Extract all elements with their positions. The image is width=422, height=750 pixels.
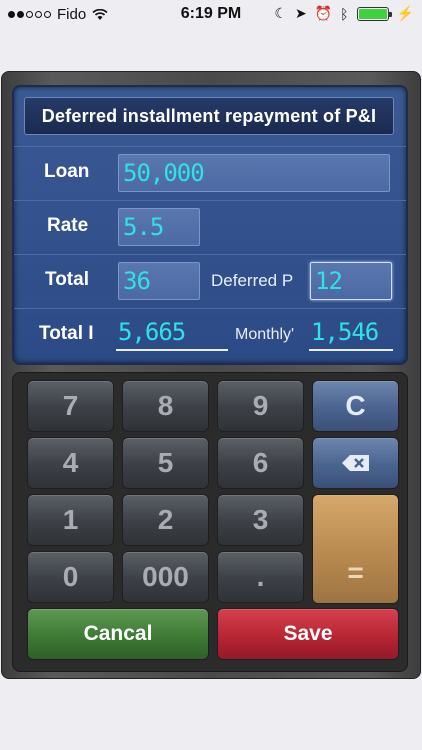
key-8[interactable]: 8 [122,380,209,432]
alarm-clock-icon: ⏰ [314,5,333,21]
total-interest-value: 5,665 [116,315,228,351]
status-bar: Fido 6:19 PM ☾ ➤ ⏰ ᛒ ⚡ [0,0,422,30]
rate-field[interactable]: 5.5 [118,208,200,246]
monthly-label: Monthly' [235,326,295,343]
key-000[interactable]: 000 [122,551,209,603]
key-5[interactable]: 5 [122,437,209,489]
loan-label: Loan [44,161,90,182]
deferred-field[interactable]: 12 [310,262,392,300]
clear-button[interactable]: C [312,380,399,432]
total-field[interactable]: 36 [118,262,200,300]
battery-icon [356,6,392,21]
key-1[interactable]: 1 [27,494,114,546]
cancel-button[interactable]: Cancal [27,608,209,660]
key-3[interactable]: 3 [217,494,304,546]
key-2[interactable]: 2 [122,494,209,546]
calculator-body: Deferred installment repayment of P&I Lo… [1,71,421,679]
equals-button[interactable]: = [312,494,399,604]
total-interest-row: Total I 5,665 Monthly' 1,546 [14,308,406,362]
loan-row: Loan 50,000 [14,146,406,200]
display-panel: Deferred installment repayment of P&I Lo… [12,85,408,365]
backspace-icon [341,455,369,471]
key-4[interactable]: 4 [27,437,114,489]
calculator-title: Deferred installment repayment of P&I [24,97,394,135]
key-7[interactable]: 7 [27,380,114,432]
loan-field[interactable]: 50,000 [118,154,390,192]
bluetooth-icon: ᛒ [340,5,349,22]
charging-bolt-icon: ⚡ [396,5,414,21]
total-row: Total 36 Deferred P 12 [14,254,406,308]
deferred-label: Deferred P [211,271,294,290]
rate-label: Rate [47,215,89,236]
rate-row: Rate 5.5 [14,200,406,254]
save-button[interactable]: Save [217,608,399,660]
key-6[interactable]: 6 [217,437,304,489]
key-9[interactable]: 9 [217,380,304,432]
status-right: ☾ ➤ ⏰ ᛒ ⚡ [274,5,414,22]
key-decimal[interactable]: . [217,551,304,603]
total-label: Total [45,269,89,290]
moon-icon: ☾ [274,5,287,21]
total-interest-label: Total I [39,323,94,344]
key-0[interactable]: 0 [27,551,114,603]
location-arrow-icon: ➤ [294,5,307,21]
monthly-value: 1,546 [309,315,393,351]
keypad: 7 8 9 C 4 5 6 1 2 3 = 0 000 . Cancal Sav… [12,372,408,672]
backspace-button[interactable] [312,437,399,489]
